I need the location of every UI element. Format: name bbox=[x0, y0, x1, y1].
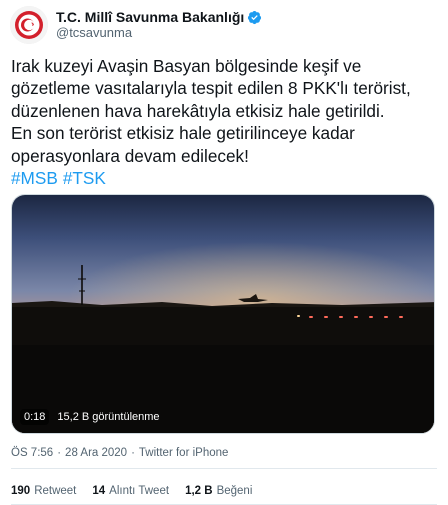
hashtag-link[interactable]: #TSK bbox=[63, 168, 106, 188]
video-duration: 0:18 bbox=[20, 409, 50, 425]
video-views: 15,2 B görüntülenme bbox=[57, 411, 160, 423]
tweet-source[interactable]: Twitter for iPhone bbox=[139, 447, 228, 459]
tweet-header: T.C. Millî Savunma Bakanlığı @tcsavunma bbox=[10, 6, 262, 44]
display-name[interactable]: T.C. Millî Savunma Bakanlığı bbox=[56, 9, 244, 25]
quotes-label: Alıntı Tweet bbox=[109, 485, 170, 497]
likes-count: 1,2 B bbox=[185, 485, 213, 497]
likes-stat[interactable]: 1,2 B Beğeni bbox=[185, 485, 252, 497]
tweet-text-line: gözetleme vasıtalarıyla tespit edilen 8 … bbox=[11, 78, 411, 99]
tweet-text-line: düzenlenen hava harekâtıyla etkisiz hale… bbox=[11, 100, 385, 121]
tweet-card: T.C. Millî Savunma Bakanlığı @tcsavunma … bbox=[0, 0, 448, 505]
msb-emblem-icon bbox=[10, 6, 48, 44]
quotes-count: 14 bbox=[92, 485, 106, 497]
retweets-count: 190 bbox=[11, 485, 31, 497]
tweet-text: Irak kuzeyi Avaşin Basyan bölgesinde keş… bbox=[11, 55, 441, 189]
verified-badge-icon bbox=[248, 10, 262, 24]
video-meta: 0:18 15,2 B görüntülenme bbox=[20, 409, 160, 425]
quotes-stat[interactable]: 14 Alıntı Tweet bbox=[92, 485, 169, 497]
video-player[interactable]: 0:18 15,2 B görüntülenme bbox=[11, 194, 435, 434]
tweet-stats: 190 Retweet 14 Alıntı Tweet 1,2 B Beğeni bbox=[11, 485, 268, 497]
hashtags: #MSB #TSK bbox=[11, 167, 441, 189]
meta-separator: · bbox=[57, 447, 62, 459]
tweet-date[interactable]: 28 Ara 2020 bbox=[65, 447, 127, 459]
name-row: T.C. Millî Savunma Bakanlığı bbox=[56, 9, 262, 25]
tweet-meta: ÖS 7:56 · 28 Ara 2020 · Twitter for iPhone bbox=[11, 447, 228, 459]
hashtag-link[interactable]: #MSB bbox=[11, 168, 58, 188]
avatar[interactable] bbox=[10, 6, 48, 44]
tweet-text-line: Irak kuzeyi Avaşin Basyan bölgesinde keş… bbox=[11, 56, 362, 76]
tweet-text-line: operasyonlara devam edilecek! bbox=[11, 145, 249, 166]
author-names: T.C. Millî Savunma Bakanlığı @tcsavunma bbox=[56, 9, 262, 41]
handle[interactable]: @tcsavunma bbox=[56, 25, 262, 41]
tweet-time[interactable]: ÖS 7:56 bbox=[11, 447, 53, 459]
divider bbox=[11, 468, 437, 469]
retweets-label: Retweet bbox=[34, 485, 77, 497]
retweets-stat[interactable]: 190 Retweet bbox=[11, 485, 76, 497]
video-frame bbox=[12, 195, 434, 433]
tweet-text-line: En son terörist etkisiz hale getirilince… bbox=[11, 123, 355, 144]
meta-separator: · bbox=[131, 447, 135, 459]
likes-label: Beğeni bbox=[216, 485, 253, 497]
